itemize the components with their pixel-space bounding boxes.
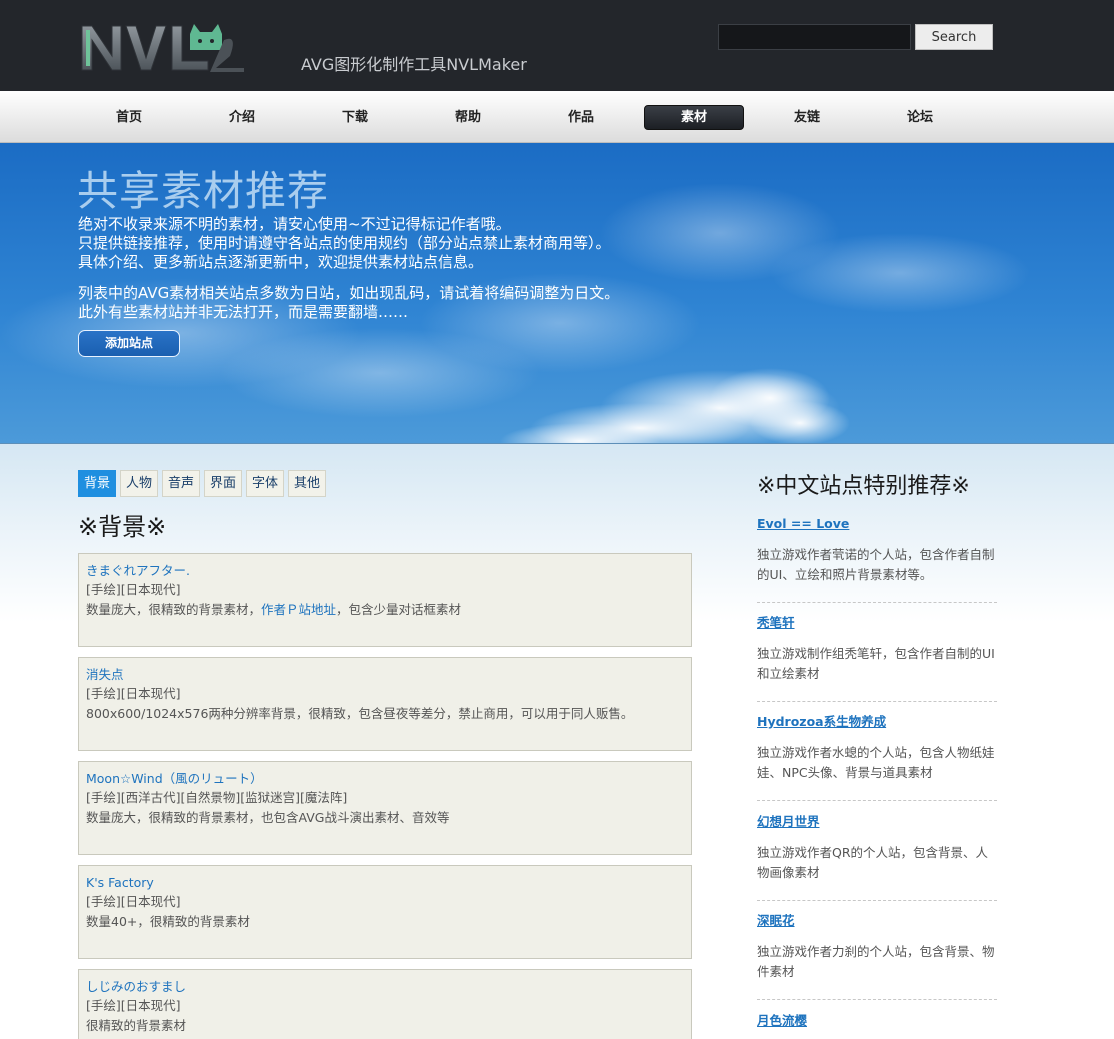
sidebar-site-description: 独立游戏作者水螅的个人站，包含人物纸娃娃、NPC头像、背景与道具素材 — [757, 745, 995, 780]
category-tab-other[interactable]: 其他 — [288, 470, 327, 497]
sidebar-site: 秃笔轩 独立游戏制作组秃笔轩，包含作者自制的UI和立绘素材 — [757, 615, 997, 684]
resource-tags: [手绘][日本现代] — [86, 998, 181, 1013]
resource-description: 数量庞大，很精致的背景素材，也包含AVG战斗演出素材、音效等 — [86, 810, 450, 825]
sidebar-site: 深眠花 独立游戏作者力刹的个人站，包含背景、物件素材 — [757, 913, 997, 982]
resource-card: 消失点 [手绘][日本现代] 800x600/1024x576两种分辨率背景，很… — [78, 657, 692, 751]
category-tab-fonts[interactable]: 字体 — [246, 470, 285, 497]
banner-text-line: 具体介绍、更多新站点逐渐更新中，欢迎提供素材站点信息。 — [78, 253, 484, 271]
sidebar-site-link[interactable]: 月色流樱 — [757, 1013, 997, 1029]
resource-link[interactable]: 消失点 — [86, 665, 684, 684]
divider — [757, 602, 997, 603]
banner-text-line: 列表中的AVG素材相关站点多数为日站，如出现乱码，请试着将编码调整为日文。 — [78, 284, 620, 302]
site-tagline: AVG图形化制作工具NVLMaker — [301, 55, 527, 74]
resource-card: しじみのおすまし [手绘][日本现代] 很精致的背景素材 — [78, 969, 692, 1039]
divider — [757, 800, 997, 801]
sidebar-site-link[interactable]: 幻想月世界 — [757, 814, 997, 830]
sidebar-site: 幻想月世界 独立游戏作者QR的个人站，包含背景、人物画像素材 — [757, 814, 997, 883]
sidebar-site-link[interactable]: 秃笔轩 — [757, 615, 997, 631]
resource-description: 数量40+，很精致的背景素材 — [86, 914, 250, 929]
resource-description: 很精致的背景素材 — [86, 1018, 187, 1033]
hero-banner: 共享素材推荐 绝对不收录来源不明的素材，请安心使用~不过记得标记作者哦。 只提供… — [0, 143, 1114, 444]
sidebar-site: Hydrozoa系生物养成 独立游戏作者水螅的个人站，包含人物纸娃娃、NPC头像… — [757, 714, 997, 783]
sidebar-title: ※中文站点特别推荐※ — [757, 474, 970, 499]
main-nav: 首页 介绍 下载 帮助 作品 素材 友链 论坛 — [0, 91, 1114, 143]
sidebar-site-description: 独立游戏作者力刹的个人站，包含背景、物件素材 — [757, 944, 995, 979]
section-title: ※背景※ — [78, 513, 167, 541]
divider — [757, 701, 997, 702]
nvl-logo[interactable] — [78, 20, 246, 74]
sidebar-site-link[interactable]: Evol == Love — [757, 516, 997, 532]
sidebar-site-link[interactable]: 深眠花 — [757, 913, 997, 929]
resource-tags: [手绘][日本现代] — [86, 582, 181, 597]
nav-item-assets[interactable]: 素材 — [644, 105, 744, 130]
sidebar-site-link[interactable]: Hydrozoa系生物养成 — [757, 714, 997, 730]
resource-link[interactable]: しじみのおすまし — [86, 977, 684, 996]
divider — [757, 999, 997, 1000]
banner-text-line: 只提供链接推荐，使用时请遵守各站点的使用规约（部分站点禁止素材商用等）。 — [78, 234, 611, 252]
resource-link[interactable]: きまぐれアフター. — [86, 561, 684, 580]
add-site-button[interactable]: 添加站点 — [78, 330, 180, 357]
sidebar-site: Evol == Love 独立游戏作者茕诺的个人站，包含作者自制的UI、立绘和照… — [757, 516, 997, 585]
resource-link[interactable]: K's Factory — [86, 873, 684, 892]
sidebar-site-description: 独立游戏作者QR的个人站，包含背景、人物画像素材 — [757, 845, 989, 880]
banner-text-line: 绝对不收录来源不明的素材，请安心使用~不过记得标记作者哦。 — [78, 215, 511, 233]
category-tab-ui[interactable]: 界面 — [204, 470, 243, 497]
author-pixiv-link[interactable]: 作者Ｐ站地址 — [261, 602, 336, 617]
nav-item-forum[interactable]: 论坛 — [870, 105, 970, 130]
nav-item-home[interactable]: 首页 — [79, 105, 179, 130]
resource-tags: [手绘][日本现代] — [86, 894, 181, 909]
nav-item-help[interactable]: 帮助 — [418, 105, 518, 130]
search-input[interactable] — [718, 24, 911, 50]
resource-tags: [手绘][西洋古代][自然景物][监狱迷宫][魔法阵] — [86, 790, 348, 805]
nav-item-intro[interactable]: 介绍 — [192, 105, 292, 130]
resource-description: 数量庞大，很精致的背景素材，作者Ｐ站地址，包含少量对话框素材 — [86, 600, 684, 619]
nav-item-download[interactable]: 下载 — [305, 105, 405, 130]
resource-card: きまぐれアフター. [手绘][日本现代] 数量庞大，很精致的背景素材，作者Ｐ站地… — [78, 553, 692, 647]
resource-tags: [手绘][日本现代] — [86, 686, 181, 701]
sidebar-site: 月色流樱 — [757, 1013, 997, 1029]
category-tab-audio[interactable]: 音声 — [162, 470, 201, 497]
nav-item-works[interactable]: 作品 — [531, 105, 631, 130]
resource-link[interactable]: Moon☆Wind（風のリュート） — [86, 769, 684, 788]
banner-title: 共享素材推荐 — [77, 167, 329, 215]
resource-description-text: ，包含少量对话框素材 — [336, 602, 462, 617]
nav-item-links[interactable]: 友链 — [757, 105, 857, 130]
divider — [757, 900, 997, 901]
sidebar-site-description: 独立游戏制作组秃笔轩，包含作者自制的UI和立绘素材 — [757, 646, 995, 681]
category-tab-backgrounds[interactable]: 背景 — [78, 470, 117, 497]
resource-card: K's Factory [手绘][日本现代] 数量40+，很精致的背景素材 — [78, 865, 692, 959]
category-tab-characters[interactable]: 人物 — [120, 470, 159, 497]
site-header: AVG图形化制作工具NVLMaker Search — [0, 0, 1114, 91]
resource-description-text: 数量庞大，很精致的背景素材， — [86, 602, 262, 617]
sidebar-site-description: 独立游戏作者茕诺的个人站，包含作者自制的UI、立绘和照片背景素材等。 — [757, 547, 995, 582]
search-button[interactable]: Search — [915, 24, 993, 50]
banner-text-line: 此外有些素材站并非无法打开，而是需要翻墙…… — [78, 303, 409, 321]
resource-card: Moon☆Wind（風のリュート） [手绘][西洋古代][自然景物][监狱迷宫]… — [78, 761, 692, 855]
resource-description: 800x600/1024x576两种分辨率背景，很精致，包含昼夜等差分，禁止商用… — [86, 706, 634, 721]
